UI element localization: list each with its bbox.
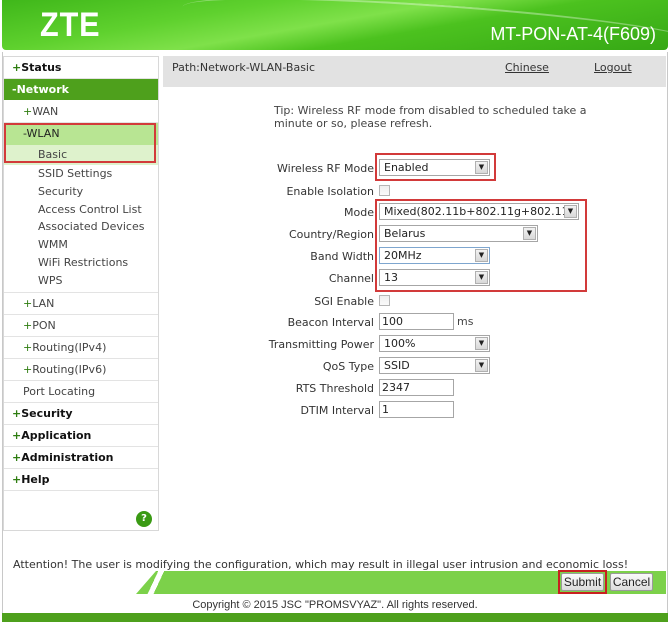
copyright-text: Copyright © 2015 JSC "PROMSVYAZ". All ri… — [192, 599, 478, 611]
sidebar-item-ssid-settings[interactable]: SSID Settings — [4, 165, 158, 183]
sidebar-item-administration[interactable]: +Administration — [4, 447, 158, 469]
sidebar-item-status[interactable]: +Status — [4, 57, 158, 79]
sidebar-item-security[interactable]: +Security — [4, 403, 158, 425]
rts-threshold-label: RTS Threshold — [295, 382, 374, 395]
channel-label: Channel — [328, 272, 374, 285]
sidebar-item-help[interactable]: +Help — [4, 469, 158, 491]
beacon-interval-unit: ms — [457, 315, 474, 328]
transmitting-power-label: Transmitting Power — [268, 338, 374, 351]
language-link[interactable]: Chinese — [505, 61, 549, 74]
attention-warning: Attention! The user is modifying the con… — [13, 558, 629, 571]
row-beacon-interval: Beacon Interval 100 ms — [160, 313, 660, 333]
zte-logo: ZTE — [40, 6, 101, 44]
dtim-interval-label: DTIM Interval — [300, 404, 374, 417]
sidebar-item-network[interactable]: -Network — [4, 79, 158, 101]
dtim-interval-input[interactable]: 1 — [379, 401, 454, 418]
row-transmitting-power: Transmitting Power 100% ▼ — [160, 335, 660, 355]
transmitting-power-select[interactable]: 100% ▼ — [379, 335, 490, 352]
qos-type-label: QoS Type — [322, 360, 374, 373]
sidebar-item-wps[interactable]: WPS — [4, 272, 158, 290]
row-sgi-enable: SGI Enable — [160, 292, 660, 312]
country-region-label: Country/Region — [288, 228, 374, 241]
submit-highlight-box — [558, 570, 607, 594]
sidebar-item-access-control-list[interactable]: Access Control List — [4, 201, 158, 219]
enable-isolation-checkbox[interactable] — [379, 185, 390, 196]
rf-mode-highlight-box — [375, 153, 496, 181]
sgi-enable-checkbox[interactable] — [379, 295, 390, 306]
logout-link[interactable]: Logout — [594, 61, 632, 74]
sidebar-item-associated-devices[interactable]: Associated Devices — [4, 218, 158, 236]
sidebar-item-security-wlan[interactable]: Security — [4, 183, 158, 201]
dropdown-arrow-icon: ▼ — [475, 337, 488, 350]
header-banner: ZTE MT-PON-AT-4(F609) — [2, 0, 668, 50]
device-model: MT-PON-AT-4(F609) — [490, 24, 656, 44]
enable-isolation-label: Enable Isolation — [286, 185, 374, 198]
help-icon[interactable]: ? — [136, 511, 152, 527]
sidebar-item-lan[interactable]: +LAN — [4, 293, 158, 315]
rts-threshold-input[interactable]: 2347 — [379, 379, 454, 396]
sidebar-item-routing-ipv6[interactable]: +Routing(IPv6) — [4, 359, 158, 381]
footer-bar — [2, 613, 668, 622]
dropdown-arrow-icon: ▼ — [475, 359, 488, 372]
qos-type-select[interactable]: SSID ▼ — [379, 357, 490, 374]
cancel-button[interactable]: Cancel — [610, 573, 653, 591]
path-bar: Path:Network-WLAN-Basic Chinese Logout — [163, 56, 666, 87]
breadcrumb: Path:Network-WLAN-Basic — [172, 61, 316, 74]
mode-label: Mode — [344, 206, 374, 219]
tip-text: Tip: Wireless RF mode from disabled to s… — [274, 104, 587, 130]
wireless-rf-mode-label: Wireless RF Mode — [277, 162, 374, 175]
row-qos-type: QoS Type SSID ▼ — [160, 357, 660, 377]
sidebar-item-wifi-restrictions[interactable]: WiFi Restrictions — [4, 254, 158, 272]
action-bar-decoration — [136, 571, 184, 594]
sidebar-item-application[interactable]: +Application — [4, 425, 158, 447]
sidebar-item-wan[interactable]: +WAN — [4, 101, 158, 123]
sidebar-item-port-locating[interactable]: Port Locating — [4, 381, 158, 403]
beacon-interval-input[interactable]: 100 — [379, 313, 454, 330]
sidebar-item-wmm[interactable]: WMM — [4, 236, 158, 254]
row-dtim-interval: DTIM Interval 1 — [160, 401, 660, 421]
beacon-interval-label: Beacon Interval — [287, 316, 374, 329]
sidebar-item-pon[interactable]: +PON — [4, 315, 158, 337]
row-rts-threshold: RTS Threshold 2347 — [160, 379, 660, 399]
sgi-enable-label: SGI Enable — [314, 295, 374, 308]
sidebar-item-routing-ipv4[interactable]: +Routing(IPv4) — [4, 337, 158, 359]
wlan-highlight-box — [4, 123, 156, 163]
band-width-label: Band Width — [310, 250, 374, 263]
radio-settings-highlight-box — [375, 199, 587, 292]
